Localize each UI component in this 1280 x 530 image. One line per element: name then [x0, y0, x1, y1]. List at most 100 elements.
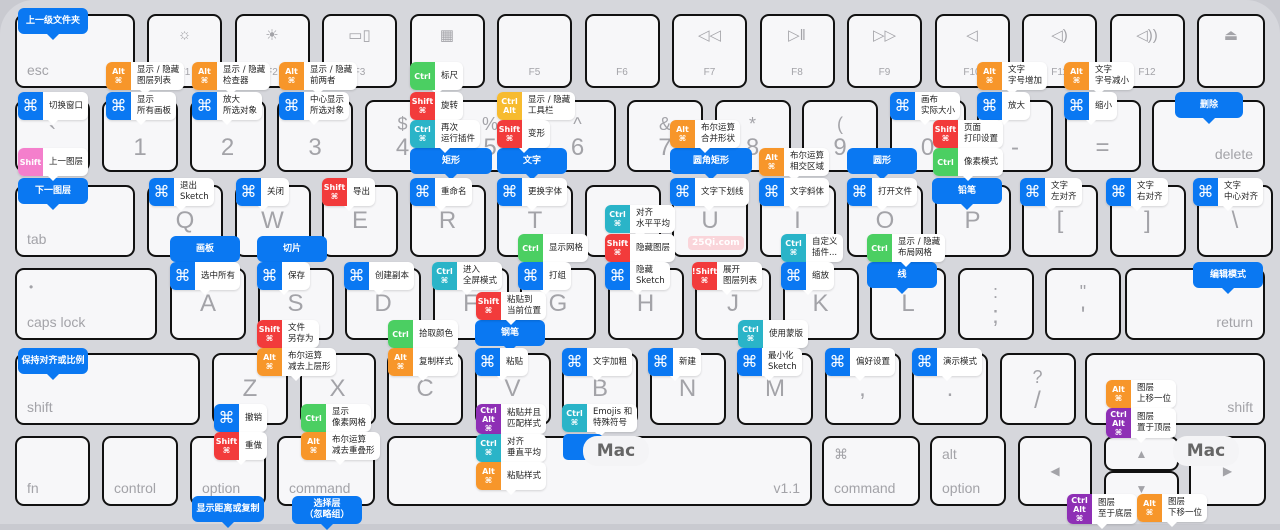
key-eject[interactable]: ⏏: [1197, 14, 1265, 88]
key-[interactable]: ? /: [999, 353, 1076, 425]
callout-label: 圆角矩形: [670, 148, 752, 180]
command-icon: ⌘: [396, 362, 405, 371]
description-line: 演示模式: [943, 356, 978, 367]
key-F9[interactable]: ▷▷ F9: [847, 14, 922, 88]
key-legend: ;: [992, 302, 999, 329]
modifier-keys: ⌘: [605, 262, 630, 290]
key-legend: ▲: [1135, 446, 1148, 461]
shortcut-description: 偏好设置: [850, 348, 895, 376]
modifier-keys: Shift: [18, 148, 43, 176]
key-legend: ': [1080, 302, 1086, 329]
command-icon: ⌘: [309, 446, 318, 455]
command-icon: ⌘: [570, 418, 579, 427]
key-legend: shift: [27, 399, 53, 415]
key-F7[interactable]: ◁◁ F7: [672, 14, 747, 88]
shortcut-tooltip: ⌘ 关闭: [236, 178, 290, 211]
description-line: 中心对齐: [1224, 192, 1259, 202]
command-icon: ⌘: [609, 266, 626, 285]
shortcut-tooltip: ⌘ 切换窗口: [18, 92, 89, 125]
description-line: 像素网格: [332, 418, 367, 428]
key-control[interactable]: control: [102, 436, 178, 506]
modifier-shift: Shift: [19, 157, 42, 167]
key-fn[interactable]: fn: [15, 436, 90, 506]
shortcut-tooltip: Shift ⌘ 隐藏图层: [605, 234, 676, 267]
key-legend: S: [287, 290, 304, 317]
brightness-up-icon: ☀: [265, 27, 279, 44]
modifier-alt: Alt: [1112, 385, 1125, 394]
modifier-ctrl: Ctrl: [937, 157, 954, 167]
modifier-keys: Ctrl: [301, 404, 326, 432]
command-icon: ⌘: [767, 162, 776, 171]
key-command[interactable]: ⌘ command: [822, 436, 920, 506]
key-F5[interactable]: F5: [497, 14, 572, 88]
shortcut-tooltip: ⌘ 新建: [648, 348, 702, 381]
modifier-keys: Ctrl ⌘: [410, 120, 435, 148]
key-capslock[interactable]: caps lock •: [15, 268, 157, 340]
shortcut-description: 图层 下移一位: [1162, 494, 1207, 522]
description-line: 文字: [1224, 181, 1242, 191]
modifier-keys: Ctrl ⌘: [605, 205, 630, 233]
key-legend: E: [351, 207, 368, 234]
modifier-keys: ⌘: [1193, 178, 1218, 206]
description-line: 中心显示: [310, 95, 345, 105]
shortcut-tooltip: Alt ⌘ 文字 字号增加: [977, 62, 1048, 95]
shortcut-description: 布尔运算 合并形状: [695, 120, 740, 148]
modifier-alt: Alt: [1073, 504, 1086, 514]
key-F6[interactable]: F6: [584, 14, 660, 88]
command-icon: ⌘: [652, 352, 669, 371]
modifier-keys: Alt ⌘: [106, 62, 131, 90]
key-legend: /: [1034, 387, 1041, 414]
command-icon: ⌘: [1114, 427, 1123, 437]
play-pause-icon: ▷‖: [788, 27, 806, 44]
description-line: 变形: [528, 128, 546, 139]
shortcut-tooltip: ⌘ 画布 实际大小: [890, 92, 961, 125]
description-line: 工具栏: [528, 106, 554, 116]
modifier-shift: Shift: [258, 325, 281, 334]
modifier-keys: ⌘: [475, 348, 500, 376]
description-line: 布尔运算: [790, 151, 825, 161]
description-line: 偏好设置: [856, 356, 891, 367]
description-line: 显示: [332, 407, 350, 417]
description-line: 文字加粗: [593, 356, 628, 367]
description-line: 图层: [1137, 383, 1155, 393]
callout-label: 画板: [170, 236, 240, 268]
key-F8[interactable]: ▷‖ F8: [759, 14, 835, 88]
modifier-alt: Alt: [263, 353, 276, 362]
command-icon: ⌘: [110, 96, 127, 115]
modifier-keys: Shift ⌘: [322, 178, 347, 206]
command-icon: ⌘: [287, 76, 296, 85]
shortcut-tooltip: Ctrl ⌘ 进入 全屏模式: [432, 262, 503, 295]
shortcut-tooltip: ⌘ 重命名: [410, 178, 472, 211]
modifier-shift: Shift: [411, 97, 434, 106]
command-icon: ⌘: [200, 76, 209, 85]
modifier-ctrl: Ctrl: [742, 325, 759, 334]
command-icon: ⌘: [851, 182, 868, 201]
description-line: 全屏模式: [463, 276, 498, 286]
shortcut-description: 旋转: [435, 92, 463, 120]
modifier-ctrl: Ctrl: [436, 267, 453, 276]
shortcut-tooltip: ⌘ 保存: [257, 262, 311, 295]
shortcut-description: 粘贴样式: [501, 462, 546, 490]
description-line: 重命名: [441, 186, 467, 197]
shortcut-tooltip: Ctrl Alt ⌘ 图层 至于底层: [1067, 494, 1138, 529]
modifier-alt: Alt: [482, 467, 495, 476]
description-line: 另存为: [288, 334, 314, 344]
key-legend: Q: [175, 207, 195, 234]
shortcut-description: 粘贴: [500, 348, 528, 376]
key-legend: v1.1: [773, 480, 800, 496]
shortcut-tooltip: Shift ⌘ 变形: [497, 120, 551, 153]
modifier-ctrl: Ctrl: [1071, 495, 1088, 505]
key-[interactable]: :;: [957, 268, 1034, 340]
modifier-keys: Alt ⌘: [759, 148, 784, 176]
key-legend: F8: [791, 67, 803, 78]
modifier-ctrl: Ctrl: [414, 71, 431, 81]
key-top-legend: alt: [942, 446, 957, 462]
shortcut-description: 布尔运算 减去重叠形: [326, 432, 380, 460]
shortcut-tooltip: Ctrl 显示 / 隐藏 布局网格: [867, 234, 946, 267]
modifier-keys: Alt ⌘: [977, 62, 1002, 90]
shortcut-description: 使用蒙版: [763, 320, 808, 348]
shortcut-tooltip: Ctrl ⌘ 使用蒙版: [738, 320, 809, 353]
shortcut-description: 文字 中心对齐: [1218, 178, 1263, 206]
key-option[interactable]: alt option: [930, 436, 1006, 506]
key-[interactable]: " ': [1045, 268, 1121, 340]
